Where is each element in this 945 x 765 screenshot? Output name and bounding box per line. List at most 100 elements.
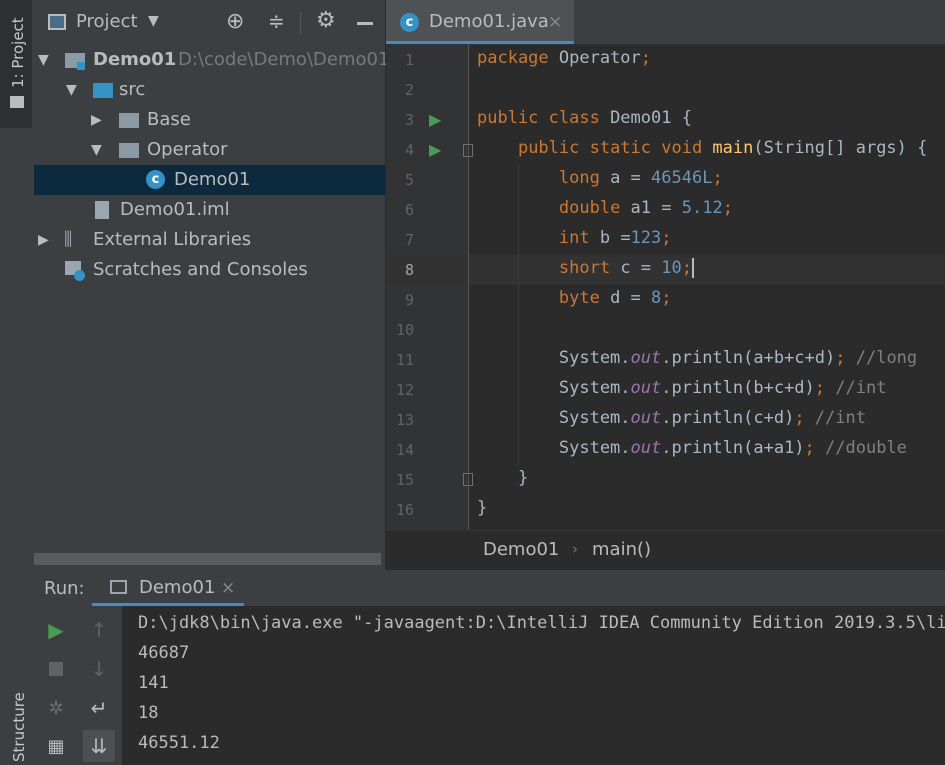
- code-line-4[interactable]: public static void main(String[] args) {: [477, 138, 927, 158]
- horizontal-scrollbar[interactable]: [34, 553, 381, 565]
- tree-item-label: Operator: [147, 139, 228, 160]
- module-path: D:\code\Demo\Demo01: [178, 49, 390, 70]
- chevron-right-icon[interactable]: ▶: [91, 105, 102, 135]
- breadcrumb: Demo01 › main(): [386, 530, 945, 571]
- package-icon: [119, 143, 139, 158]
- soft-wrap-icon[interactable]: ↵: [85, 694, 113, 722]
- tree-item-label: src: [119, 79, 146, 100]
- line-number: 10: [395, 321, 414, 339]
- chevron-down-icon[interactable]: ▼: [38, 45, 49, 75]
- run-panel-header: Run: Demo01 ×: [34, 570, 945, 606]
- code-line-9[interactable]: byte d = 8;: [477, 288, 672, 308]
- tree-item-demo01-module[interactable]: ▼ Demo01 D:\code\Demo\Demo01: [34, 45, 389, 75]
- folder-icon: [10, 96, 24, 108]
- line-number: 4: [404, 141, 414, 159]
- run-tab-label: Demo01: [139, 577, 216, 598]
- java-class-icon: c: [146, 170, 165, 189]
- tree-item-demo01-iml[interactable]: Demo01.iml: [34, 195, 385, 225]
- code-line-12[interactable]: System.out.println(b+c+d); //int: [477, 378, 887, 398]
- clock-icon: [74, 270, 85, 281]
- arrow-up-icon[interactable]: ↑: [85, 616, 113, 644]
- chevron-down-icon[interactable]: ▼: [91, 135, 102, 165]
- console-line: 46551.12: [138, 733, 220, 753]
- breadcrumb-item-class[interactable]: Demo01: [483, 539, 559, 560]
- project-view-selector[interactable]: Project: [76, 11, 138, 32]
- code-line-8[interactable]: short c = 10;: [477, 258, 694, 278]
- code-line-7[interactable]: int b =123;: [477, 228, 672, 248]
- panel-icon: [48, 14, 66, 30]
- settings-icon[interactable]: ✲: [42, 694, 70, 722]
- tree-item-scratches[interactable]: Scratches and Consoles: [34, 255, 385, 285]
- tree-item-label: Scratches and Consoles: [93, 259, 308, 280]
- gear-icon[interactable]: ⚙: [316, 8, 336, 33]
- code-line-15[interactable]: }: [477, 468, 528, 488]
- arrow-down-icon[interactable]: ↓: [85, 655, 113, 683]
- code-editor: c Demo01.java × 1 2 3 4 5 6 7 8 9 10 11 12 13 14 15 16 …: [386, 0, 945, 571]
- console-line: 18: [138, 703, 159, 723]
- code-line-5[interactable]: long a = 46546L;: [477, 168, 723, 188]
- line-number: 8: [404, 261, 414, 279]
- run-class-icon[interactable]: ▶: [429, 110, 441, 129]
- tree-item-operator[interactable]: ▼ Operator: [34, 135, 385, 165]
- line-number: 13: [395, 411, 414, 429]
- close-icon[interactable]: ×: [548, 12, 562, 32]
- minimize-icon[interactable]: [357, 22, 373, 25]
- code-line-6[interactable]: double a1 = 5.12;: [477, 198, 733, 218]
- chevron-right-icon[interactable]: ▶: [38, 225, 49, 255]
- java-class-icon: c: [400, 13, 419, 32]
- code-line-13[interactable]: System.out.println(c+d); //int: [477, 408, 866, 428]
- project-panel: Project ▼ ⊕ ≑ ⚙ ▼ Demo01 D:\code\Demo\De…: [34, 0, 389, 570]
- tree-item-label: Base: [147, 109, 191, 130]
- line-number: 14: [395, 441, 414, 459]
- code-line-3[interactable]: public class Demo01 {: [477, 108, 692, 128]
- breadcrumb-item-method[interactable]: main(): [592, 539, 651, 560]
- gutter-divider: [468, 44, 469, 530]
- project-panel-header: Project ▼ ⊕ ≑ ⚙: [34, 0, 385, 46]
- locate-icon[interactable]: ⊕: [226, 9, 244, 34]
- code-line-1[interactable]: package Operator;: [477, 48, 651, 68]
- file-icon: [95, 201, 109, 219]
- chevron-down-icon[interactable]: ▼: [66, 75, 77, 105]
- line-number: 15: [395, 471, 414, 489]
- project-tool-label: 1: Project: [9, 17, 27, 88]
- line-number: 12: [395, 381, 414, 399]
- line-number: 6: [404, 201, 414, 219]
- run-label: Run:: [44, 578, 85, 599]
- structure-tool-button[interactable]: Structure: [10, 692, 28, 762]
- line-number: 9: [404, 291, 414, 309]
- code-line-14[interactable]: System.out.println(a+a1); //double: [477, 438, 907, 458]
- left-tool-strip: 1: Project Structure: [0, 0, 35, 765]
- tree-item-external-libraries[interactable]: ▶ ⫼ External Libraries: [34, 225, 385, 255]
- collapse-all-icon[interactable]: ≑: [268, 9, 285, 33]
- code-line-16[interactable]: }: [477, 498, 487, 518]
- chevron-down-icon[interactable]: ▼: [148, 13, 159, 29]
- source-folder-icon: [93, 83, 113, 98]
- tree-item-label: Demo01.iml: [120, 199, 230, 220]
- line-number: 2: [404, 81, 414, 99]
- line-number: 16: [395, 501, 414, 519]
- run-method-icon[interactable]: ▶: [429, 140, 441, 159]
- code-line-11[interactable]: System.out.println(a+b+c+d); //long: [477, 348, 917, 368]
- console-line: 141: [138, 673, 169, 693]
- editor-tab-demo01-java[interactable]: c Demo01.java ×: [386, 0, 574, 44]
- console-line: 46687: [138, 643, 190, 663]
- close-icon[interactable]: ×: [221, 578, 235, 598]
- run-tab-demo01[interactable]: Demo01 ×: [92, 570, 244, 606]
- tree-item-src[interactable]: ▼ src: [34, 75, 385, 105]
- editor-tab-bar: c Demo01.java ×: [386, 0, 945, 45]
- tab-label: Demo01.java: [429, 11, 549, 32]
- line-number: 7: [404, 231, 414, 249]
- divider: [300, 12, 301, 34]
- line-number: 11: [395, 351, 414, 369]
- layout-icon[interactable]: ▦: [42, 732, 70, 760]
- rerun-icon[interactable]: ▶: [42, 616, 70, 644]
- console-output[interactable]: D:\jdk8\bin\java.exe "-javaagent:D:\Inte…: [122, 606, 945, 765]
- console-line: D:\jdk8\bin\java.exe "-javaagent:D:\Inte…: [138, 613, 945, 633]
- scroll-to-end-icon[interactable]: ⇊: [83, 730, 115, 762]
- tree-item-base[interactable]: ▶ Base: [34, 105, 385, 135]
- project-tool-button[interactable]: 1: Project: [0, 0, 32, 128]
- tree-item-label: Demo01: [93, 49, 177, 70]
- run-panel: Run: Demo01 × ▶ ↑ ↓ ✲ ↵ ▦ ⇊ D:\jdk8\bin\…: [34, 570, 945, 765]
- tree-item-demo01-class[interactable]: c Demo01: [34, 165, 385, 195]
- stop-icon[interactable]: [42, 655, 70, 683]
